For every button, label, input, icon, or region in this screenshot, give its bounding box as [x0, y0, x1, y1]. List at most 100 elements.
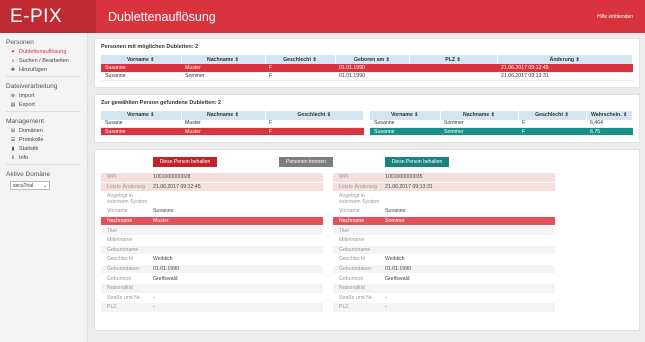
field-label: Letzte Änderung — [107, 183, 146, 190]
field-label: Vorname — [339, 208, 360, 215]
sidebar-item-label: Domänen — [19, 127, 43, 134]
column-header-gender[interactable]: Geschlecht ⇕ — [518, 110, 587, 120]
table-cell: Sommer — [440, 127, 518, 136]
column-header-zip[interactable]: PLZ ⇕ — [409, 55, 498, 64]
field-label: Geschlecht — [339, 256, 365, 263]
sidebar-item-label: Dublettenauflösung — [19, 48, 67, 55]
app-header: E-PIX Dublettenauflösung Hilfe einblende… — [0, 0, 645, 33]
table-cell: Sommer — [181, 72, 265, 81]
field-row-middlename: Mittelname — [101, 236, 323, 246]
field-label: Letzte Änderung — [339, 183, 378, 190]
field-row-street: Straße und Nr. - — [101, 294, 323, 304]
column-header-gender[interactable]: Geschlecht ⇕ — [265, 55, 336, 64]
help-toggle-link[interactable]: Hilfe einblenden — [597, 14, 645, 20]
column-header-lastname[interactable]: Nachname ⇕ — [181, 110, 266, 120]
column-header-lastname[interactable]: Nachname ⇕ — [440, 110, 519, 120]
table-cell: F — [518, 127, 586, 136]
table-cell: Susanne — [370, 119, 440, 128]
field-row-lastname: Nachname Muster — [101, 216, 323, 227]
field-label: Geburtsort — [339, 275, 364, 282]
field-row-gender: Geschlecht Weiblich — [101, 255, 323, 265]
page-title: Dublettenauflösung — [108, 9, 216, 24]
field-row-zip: PLZ - — [101, 303, 323, 313]
protocols-icon: ☰ — [10, 136, 16, 143]
sidebar-item-export[interactable]: ▤ Export — [0, 100, 87, 109]
column-header-firstname[interactable]: Vorname ⇕ — [101, 55, 182, 64]
field-label: Geburtsname — [107, 246, 139, 253]
field-label: Geburtsdatum — [339, 266, 372, 273]
sidebar-item-search-edit[interactable]: ⌕ Suchen / Bearbeiten — [0, 56, 87, 65]
column-header-gender[interactable]: Geschlecht ⇕ — [265, 110, 364, 120]
column-header-birthdate[interactable]: Geboren am ⇕ — [335, 55, 410, 64]
sidebar-item-statistics[interactable]: ▮ Statistik — [0, 144, 87, 153]
field-label: Titel — [339, 227, 349, 234]
chevron-down-icon: ⌄ — [42, 182, 47, 189]
column-header-firstname[interactable]: Vorname ⇕ — [370, 110, 441, 120]
table-cell: F — [265, 127, 364, 136]
field-value: - — [385, 294, 387, 301]
sidebar-section-persons: Personen — [6, 39, 34, 46]
table-cell: 21.06.2017 09:12:45 — [497, 64, 633, 73]
sidebar-item-protocols[interactable]: ☰ Protokolle — [0, 135, 87, 144]
field-value: 01.01.1990 — [153, 266, 179, 273]
column-header-changed[interactable]: Änderung ⇕ — [497, 55, 633, 64]
field-row-firstname: Vorname Susanne — [333, 207, 555, 217]
domain-select[interactable]: secuTrial ⌄ — [10, 181, 50, 190]
field-row-firstname: Vorname Susanne — [101, 207, 323, 217]
active-domain-label: Aktive Domäne — [6, 171, 51, 178]
field-value: 1001000000035 — [385, 174, 423, 181]
field-label: Angelegt in externem System — [339, 193, 380, 206]
table-row[interactable]: Susanne Sommer F 01.01.1990 21.06.2017 0… — [101, 72, 633, 81]
table-cell: 01.01.1990 — [335, 72, 409, 81]
sidebar-item-import[interactable]: ⊕ Import — [0, 91, 87, 100]
sidebar-item-domains[interactable]: ⊞ Domänen — [0, 126, 87, 135]
field-row-birthplace: Geburtsort Greifswald — [101, 274, 323, 284]
table-row[interactable]: Susane Muster F — [101, 119, 364, 128]
field-label: Nationalität — [339, 285, 365, 292]
app-logo: E-PIX — [0, 0, 96, 33]
sidebar-item-add[interactable]: ✚ Hinzufügen — [0, 65, 87, 74]
column-header-probability[interactable]: Wahrschein. ⇕ — [586, 110, 633, 120]
field-label: MPI — [107, 174, 117, 181]
table-cell: Muster — [181, 64, 265, 73]
table-row-selected[interactable]: Susanne Muster F — [101, 127, 364, 136]
sidebar-item-duplicate-resolution[interactable]: ♥ Dublettenauflösung — [0, 47, 87, 56]
field-row-zip: PLZ - — [333, 303, 555, 313]
table-cell: Susanne — [101, 72, 181, 81]
table-cell: Susane — [101, 119, 181, 128]
field-value: Susanne — [385, 208, 406, 215]
keep-left-person-button[interactable]: Diese Person behalten — [153, 157, 217, 167]
sidebar-section-file-processing: Dateiverarbeitung — [6, 83, 58, 90]
field-row-gender: Geschlecht Weiblich — [333, 255, 555, 265]
users-icon: ♥ — [11, 48, 15, 55]
column-header-lastname[interactable]: Nachname ⇕ — [181, 55, 266, 64]
field-value: Susanne — [153, 208, 174, 215]
field-value: 1001000000028 — [153, 174, 191, 181]
domain-select-value: secuTrial — [13, 182, 34, 189]
separate-persons-button[interactable]: Personen trennen — [279, 157, 333, 167]
sidebar-item-label: Export — [19, 101, 35, 108]
import-icon: ⊕ — [10, 92, 16, 99]
table-cell: F — [265, 72, 335, 81]
field-value: Muster — [153, 218, 169, 225]
table-cell: Susanne — [370, 127, 440, 136]
field-value: 01.01.1990 — [385, 266, 411, 273]
table-cell — [409, 64, 497, 73]
field-row-middlename: Mittelname — [333, 236, 555, 246]
sidebar-item-label: Statistik — [19, 145, 39, 152]
sidebar-item-info[interactable]: ℹ Info — [0, 153, 87, 162]
field-row-mpi: MPI 1001000000035 — [333, 173, 555, 183]
duplicates-panel-title: Personen mit möglichen Dubletten: 2 — [101, 44, 199, 50]
table-cell: F — [265, 64, 335, 73]
table-row-selected[interactable]: Susanne Sommer F 6,75 — [370, 127, 633, 136]
field-label: Geschlecht — [107, 256, 133, 263]
matches-table: Vorname ⇕ Nachname ⇕ Geschlecht ⇕ Wahrsc… — [370, 110, 633, 136]
left-person-details: MPI 1001000000028 Letzte Änderung 21.06.20… — [101, 173, 323, 313]
table-cell: 21.06.2017 09:13:31 — [497, 72, 633, 81]
column-header-firstname[interactable]: Vorname ⇕ — [101, 110, 182, 120]
table-row[interactable]: Susanne Sommer F 6,464 — [370, 119, 633, 128]
keep-right-person-button[interactable]: Diese Person behalten — [385, 157, 449, 167]
table-cell: 6,75 — [586, 127, 633, 136]
table-row-selected[interactable]: Susanne Muster F 01.01.1990 21.06.2017 0… — [101, 64, 633, 73]
field-row-birthname: Geburtsname — [333, 245, 555, 256]
